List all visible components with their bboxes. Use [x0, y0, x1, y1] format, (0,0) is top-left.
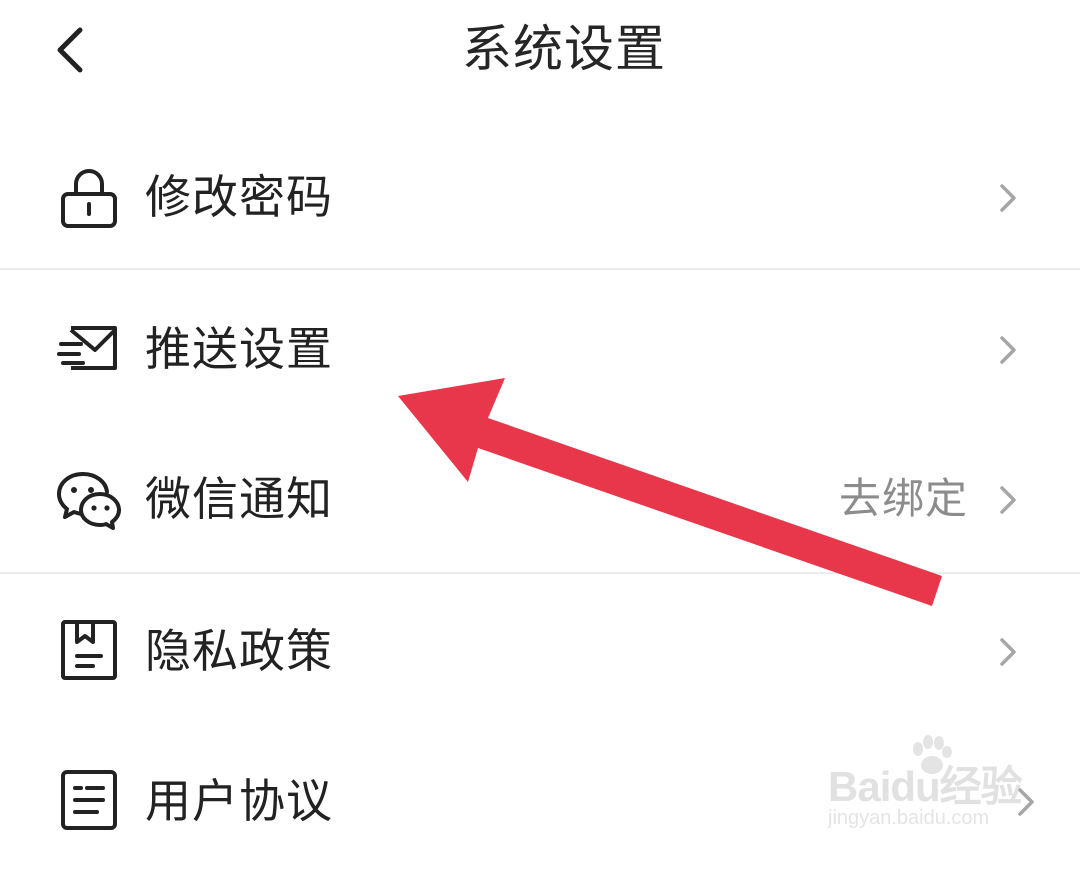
chevron-right-icon — [992, 332, 1022, 368]
menu-item-label: 微信通知 — [145, 472, 333, 526]
chevron-right-icon — [992, 180, 1022, 216]
menu-item-label: 隐私政策 — [145, 624, 333, 678]
chevron-right-icon — [1010, 784, 1040, 820]
header: 系统设置 — [0, 0, 1080, 110]
menu-item-label: 推送设置 — [145, 322, 333, 376]
divider — [0, 268, 1080, 270]
bind-status-value: 去绑定 — [838, 474, 968, 523]
chevron-right-icon — [992, 634, 1022, 670]
chevron-right-icon — [992, 482, 1022, 518]
page-title: 系统设置 — [462, 20, 666, 78]
menu-item-label: 用户协议 — [145, 774, 333, 828]
document-icon — [57, 618, 121, 682]
menu-item-privacy-policy[interactable]: 隐私政策 — [0, 574, 1080, 724]
menu-item-push-settings[interactable]: 推送设置 — [0, 272, 1080, 422]
mail-icon — [57, 316, 121, 380]
wechat-icon — [57, 466, 121, 530]
menu-item-change-password[interactable]: 修改密码 — [0, 120, 1080, 270]
menu-item-wechat-notify[interactable]: 微信通知 去绑定 — [0, 422, 1080, 572]
menu-item-label: 修改密码 — [145, 170, 333, 224]
list-icon — [57, 768, 121, 832]
lock-icon — [57, 164, 121, 228]
menu-item-user-agreement[interactable]: 用户协议 — [0, 724, 1080, 874]
